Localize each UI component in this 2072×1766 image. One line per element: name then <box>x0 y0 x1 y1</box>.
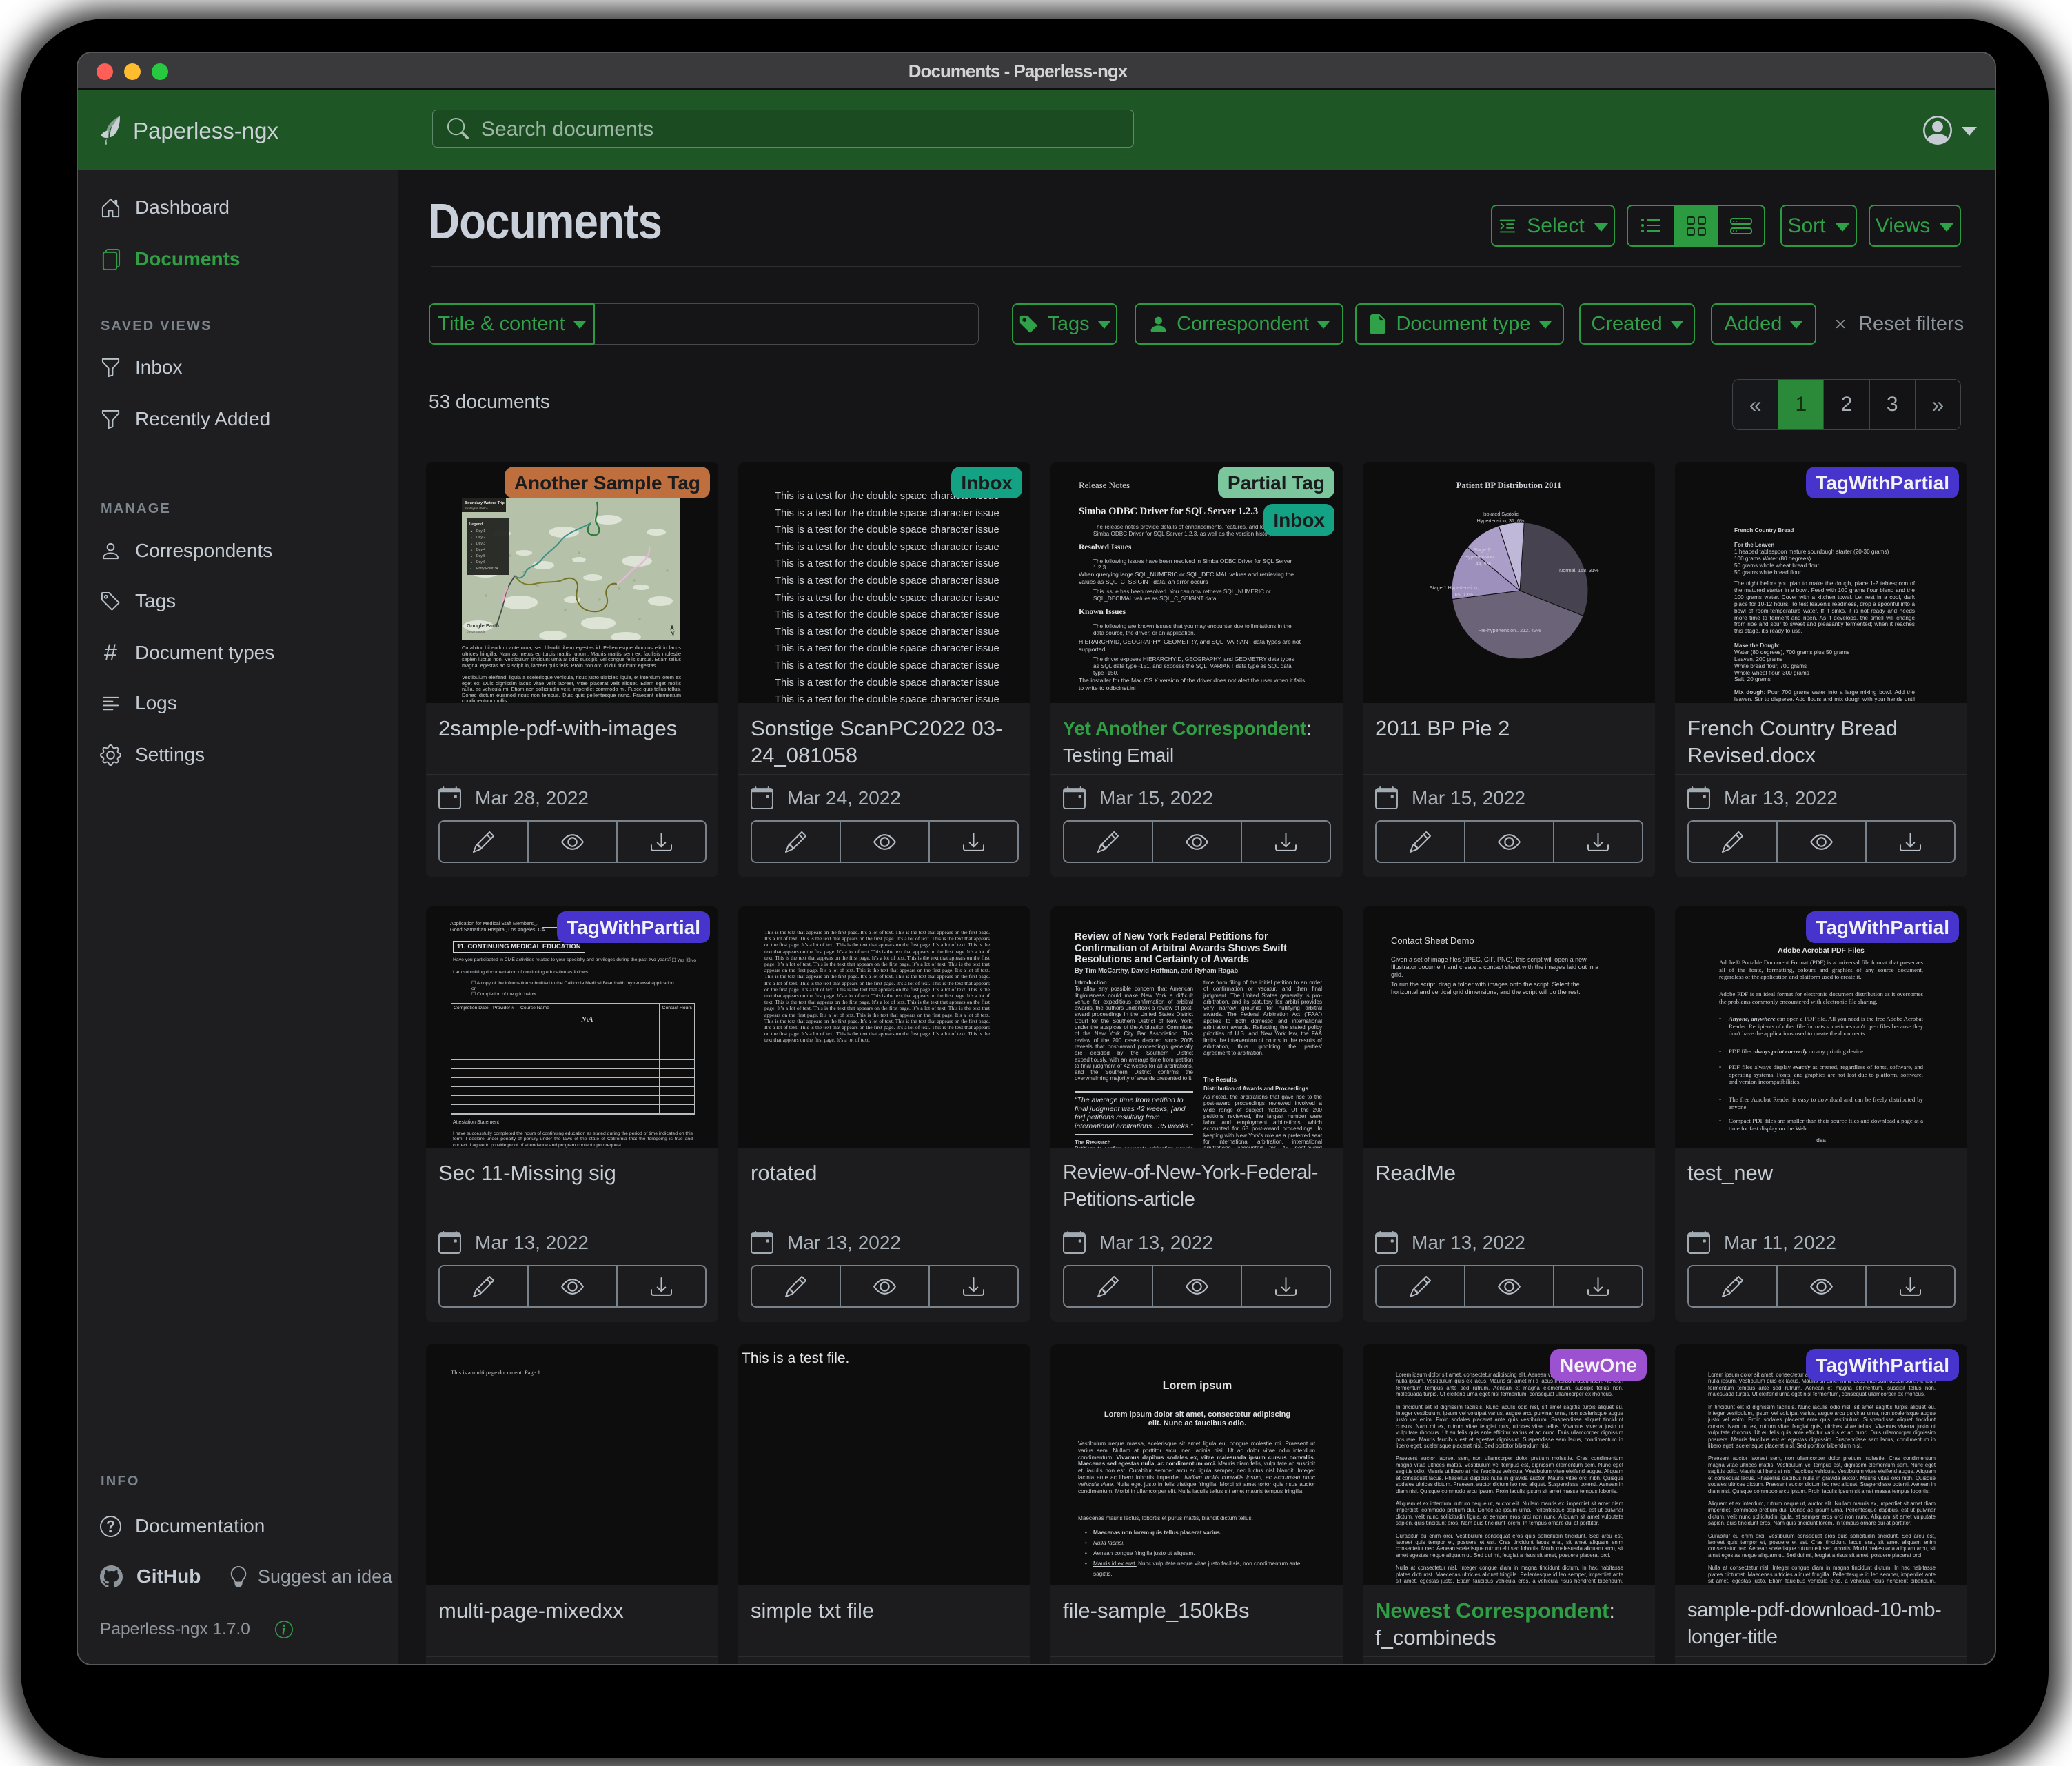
svg-text:Day 2: Day 2 <box>476 536 485 540</box>
svg-text:▲: ▲ <box>470 548 473 551</box>
svg-text:Day 1: Day 1 <box>476 529 485 534</box>
svg-text:Hypertension,: Hypertension, <box>1465 554 1495 560</box>
svg-text:▲: ▲ <box>470 536 473 539</box>
svg-text:Entry Point 34: Entry Point 34 <box>476 567 498 571</box>
svg-text:Boundary Waters Trip: Boundary Waters Trip <box>465 501 505 505</box>
svg-text:N: N <box>669 631 675 638</box>
svg-text:65. 13%: 65. 13% <box>1455 591 1474 598</box>
svg-text:©2022 Google: ©2022 Google <box>467 630 486 633</box>
svg-text:Pre-hypertension.. 212. 42%: Pre-hypertension.. 212. 42% <box>1478 627 1541 633</box>
svg-text:Patient BP Distribution 2011: Patient BP Distribution 2011 <box>1456 480 1561 490</box>
svg-text:Day 6: Day 6 <box>476 560 485 565</box>
svg-text:Hypertension, 31, 6%: Hypertension, 31, 6% <box>1477 518 1525 524</box>
svg-text:Isolated Systolic: Isolated Systolic <box>1483 511 1519 517</box>
svg-text:▲: ▲ <box>470 560 473 564</box>
svg-text:Day 5: Day 5 <box>476 554 485 558</box>
svg-text:Day 4: Day 4 <box>476 548 485 552</box>
svg-text:▲: ▲ <box>470 554 473 558</box>
svg-text:▲: ▲ <box>470 529 473 533</box>
svg-text:Six days in BWCA: Six days in BWCA <box>465 507 488 510</box>
svg-text:Stage 1 Hypertension,: Stage 1 Hypertension, <box>1430 585 1479 591</box>
svg-text:44, 9%: 44, 9% <box>1476 560 1492 567</box>
svg-text:▲: ▲ <box>470 542 473 545</box>
svg-text:Stage 2: Stage 2 <box>1473 547 1490 553</box>
svg-text:Normal. 158. 31%: Normal. 158. 31% <box>1559 567 1599 574</box>
svg-text:Legend: Legend <box>469 522 483 527</box>
svg-text:Day 3: Day 3 <box>476 542 485 546</box>
svg-text:Google Earth: Google Earth <box>467 622 500 629</box>
